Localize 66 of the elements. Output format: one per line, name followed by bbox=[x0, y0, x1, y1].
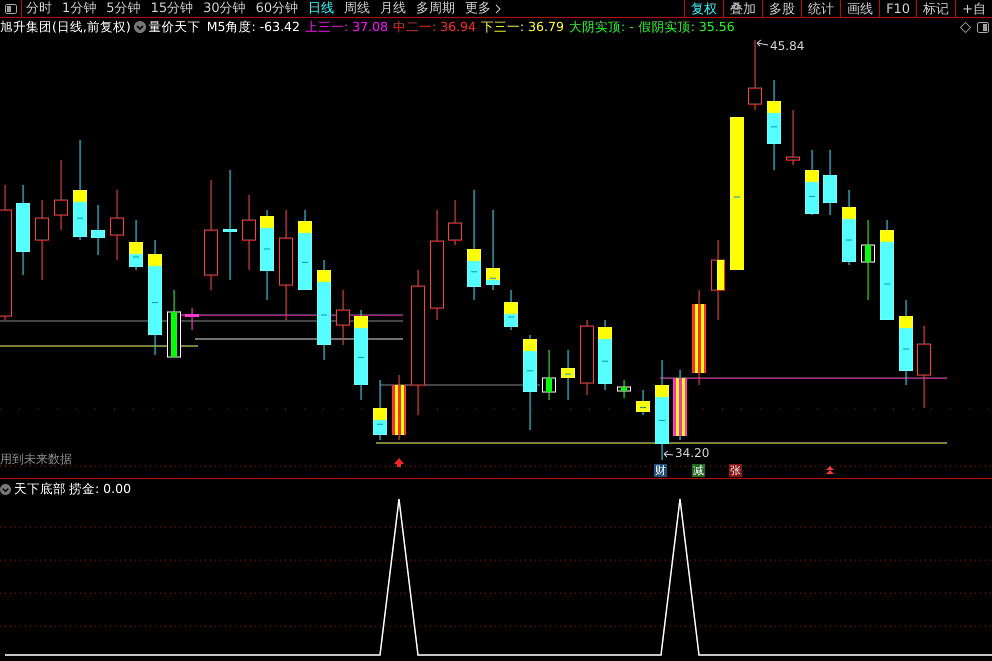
period-tab[interactable]: 月线 bbox=[380, 0, 406, 17]
indicator-name[interactable]: 天下底部 bbox=[14, 480, 66, 499]
arrow-up-icon bbox=[394, 458, 404, 467]
period-tab[interactable]: 1分钟 bbox=[62, 0, 96, 17]
candlestick bbox=[805, 150, 819, 216]
period-tab[interactable]: 周线 bbox=[344, 0, 370, 17]
dropdown-icon[interactable] bbox=[0, 484, 11, 495]
indicator-value: 中二一: 36.94 bbox=[392, 18, 476, 36]
period-tab[interactable]: 多周期 bbox=[416, 0, 456, 17]
candlestick bbox=[54, 160, 68, 230]
price-label: 45.84 bbox=[770, 38, 804, 55]
period-tab[interactable]: 分时 bbox=[26, 0, 52, 17]
period-tab[interactable]: 更多 bbox=[465, 0, 502, 17]
toolbar-button[interactable]: +自 bbox=[955, 0, 992, 18]
candlestick bbox=[542, 350, 556, 400]
candlestick bbox=[561, 350, 575, 400]
low-arrow-icon bbox=[664, 450, 674, 458]
candlestick bbox=[392, 374, 406, 440]
period-tab[interactable]: 60分钟 bbox=[256, 0, 298, 17]
toolbar-button[interactable]: 复权 bbox=[684, 0, 724, 18]
candlestick bbox=[185, 308, 199, 330]
candlestick bbox=[336, 290, 350, 346]
diamond-icon[interactable] bbox=[960, 22, 971, 32]
candlestick bbox=[617, 380, 631, 398]
toolbar-button[interactable]: 画线 bbox=[840, 0, 880, 18]
indicator-value: 捞金: 0.00 bbox=[69, 480, 132, 498]
candlestick bbox=[748, 40, 762, 110]
candlestick bbox=[823, 150, 837, 216]
indicator-value: 上三一: 37.08 bbox=[304, 18, 388, 36]
price-label: 34.20 bbox=[675, 446, 710, 460]
dropdown-icon[interactable] bbox=[134, 21, 146, 33]
signal-tag: 张 bbox=[729, 464, 742, 477]
indicator-value: M5角度: -63.42 bbox=[206, 18, 300, 36]
period-tab[interactable]: 30分钟 bbox=[203, 0, 246, 17]
chevron-right-icon bbox=[495, 4, 502, 14]
period-tab[interactable]: 5分钟 bbox=[106, 0, 141, 17]
toolbar-button[interactable]: F10 bbox=[879, 0, 916, 18]
indicator-name[interactable]: 量价天下 bbox=[148, 18, 201, 36]
period-tab[interactable]: 日线 bbox=[308, 0, 334, 17]
signal-tag: 财 bbox=[654, 464, 667, 477]
period-tab[interactable]: 15分钟 bbox=[150, 0, 194, 17]
panel-toggle-icon[interactable] bbox=[977, 22, 989, 32]
candlestick bbox=[636, 390, 650, 416]
indicator-value: 假阴实顶: 35.56 bbox=[638, 18, 735, 36]
toolbar-button[interactable]: 标记 bbox=[916, 0, 956, 18]
candlestick bbox=[598, 320, 612, 390]
candlestick bbox=[129, 220, 143, 270]
panel-toggle-icon[interactable] bbox=[4, 4, 16, 14]
candlestick bbox=[448, 200, 462, 246]
signal-tag: 减 bbox=[692, 464, 705, 477]
chart-note: 用到未来数据 bbox=[0, 451, 72, 468]
candlestick bbox=[504, 290, 518, 330]
toolbar-button[interactable]: 统计 bbox=[801, 0, 840, 18]
candlestick bbox=[786, 110, 800, 166]
stock-title: 旭升集团(日线,前复权) bbox=[0, 18, 131, 36]
high-arrow-icon bbox=[756, 40, 768, 46]
toolbar-button[interactable]: 多股 bbox=[762, 0, 802, 18]
candlestick bbox=[373, 380, 387, 440]
indicator-value: 大阴实顶: - bbox=[568, 18, 634, 36]
candlestick bbox=[110, 190, 124, 260]
arrow-up-icon bbox=[826, 466, 834, 474]
candlestick bbox=[673, 370, 687, 440]
toolbar-button[interactable]: 叠加 bbox=[723, 0, 762, 18]
candlestick bbox=[91, 204, 105, 256]
indicator-value: 下三一: 36.79 bbox=[480, 18, 564, 36]
candlestick bbox=[167, 290, 181, 358]
